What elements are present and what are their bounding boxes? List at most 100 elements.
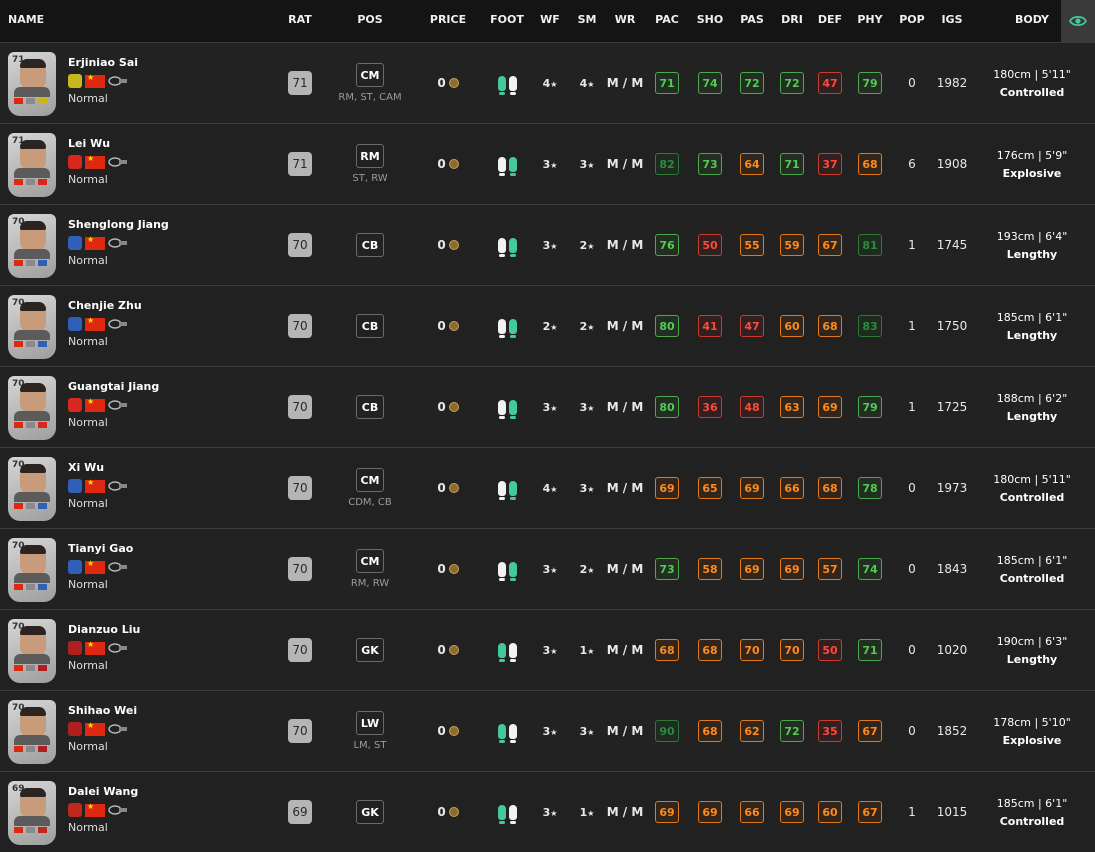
table-row[interactable]: 71 Erjiniao Sai Normal 71 CM RM, ST, CAM bbox=[0, 42, 1095, 123]
table-row[interactable]: 70 Shenglong Jiang Normal 70 CB 0 bbox=[0, 204, 1095, 285]
eye-icon[interactable] bbox=[1061, 0, 1095, 42]
player-name[interactable]: Dianzuo Liu bbox=[68, 623, 140, 636]
alt-positions: RM, ST, CAM bbox=[338, 92, 402, 103]
player-card[interactable]: 71 bbox=[8, 52, 56, 116]
player-shirt bbox=[14, 168, 50, 178]
phy-cell: 67 bbox=[853, 691, 887, 771]
player-card[interactable]: 69 bbox=[8, 781, 56, 845]
player-card[interactable]: 70 bbox=[8, 700, 56, 764]
card-club-icon bbox=[38, 341, 47, 347]
card-flag-icon bbox=[14, 665, 23, 671]
right-foot-icon bbox=[508, 561, 517, 581]
player-name[interactable]: Dalei Wang bbox=[68, 785, 138, 798]
table-row[interactable]: 70 Tianyi Gao Normal 70 CM RM, RW 0 bbox=[0, 528, 1095, 609]
player-name[interactable]: Chenjie Zhu bbox=[68, 299, 142, 312]
col-body[interactable]: BODY bbox=[1010, 0, 1054, 42]
star-icon: ★ bbox=[587, 241, 595, 251]
player-face bbox=[20, 626, 46, 656]
col-pac[interactable]: PAC bbox=[650, 0, 684, 42]
player-name[interactable]: Erjiniao Sai bbox=[68, 56, 138, 69]
table-row[interactable]: 70 Xi Wu Normal 70 CM CDM, CB 0 bbox=[0, 447, 1095, 528]
player-card[interactable]: 71 bbox=[8, 133, 56, 197]
col-dri[interactable]: DRI bbox=[775, 0, 809, 42]
price-value: 0 bbox=[437, 400, 446, 414]
col-foot[interactable]: FOOT bbox=[490, 0, 524, 42]
player-card[interactable]: 70 bbox=[8, 619, 56, 683]
col-def[interactable]: DEF bbox=[813, 0, 847, 42]
player-name[interactable]: Shenglong Jiang bbox=[68, 218, 169, 231]
position-badge: GK bbox=[356, 800, 384, 824]
body-cell: 185cm | 6'1" Controlled bbox=[980, 772, 1084, 852]
player-card[interactable]: 70 bbox=[8, 214, 56, 278]
work-rate: M / M bbox=[606, 157, 644, 171]
right-foot-icon bbox=[508, 480, 517, 500]
player-name[interactable]: Xi Wu bbox=[68, 461, 104, 474]
price-value: 0 bbox=[437, 643, 446, 657]
weak-foot-cell: 2★ bbox=[535, 286, 565, 366]
table-row[interactable]: 70 Guangtai Jiang Normal 70 CB 0 bbox=[0, 366, 1095, 447]
league-logo-icon bbox=[108, 724, 127, 734]
card-league-icon bbox=[26, 827, 35, 833]
price-cell: 0 bbox=[425, 286, 471, 366]
col-rat[interactable]: RAT bbox=[285, 0, 315, 42]
dri-stat: 72 bbox=[780, 720, 804, 742]
skill-moves: 1★ bbox=[580, 806, 595, 819]
table-row[interactable]: 71 Lei Wu Normal 71 RM ST, RW 0 bbox=[0, 123, 1095, 204]
col-pop[interactable]: POP bbox=[896, 0, 928, 42]
col-pos[interactable]: POS bbox=[350, 0, 390, 42]
col-pas[interactable]: PAS bbox=[735, 0, 769, 42]
col-price[interactable]: PRICE bbox=[425, 0, 471, 42]
phy-cell: 78 bbox=[853, 448, 887, 528]
table-row[interactable]: 70 Shihao Wei Normal 70 LW LM, ST 0 bbox=[0, 690, 1095, 771]
league-logo-icon bbox=[108, 238, 127, 248]
work-rate: M / M bbox=[606, 319, 644, 333]
col-sho[interactable]: SHO bbox=[693, 0, 727, 42]
player-name[interactable]: Shihao Wei bbox=[68, 704, 137, 717]
col-sm[interactable]: SM bbox=[572, 0, 602, 42]
igs-cell: 1973 bbox=[930, 448, 974, 528]
player-shirt bbox=[14, 492, 50, 502]
club-badge-icon bbox=[68, 155, 82, 169]
dri-cell: 72 bbox=[775, 43, 809, 123]
pac-stat: 71 bbox=[655, 72, 679, 94]
foot-cell bbox=[490, 205, 524, 285]
player-affiliations bbox=[68, 802, 128, 817]
china-flag-icon bbox=[85, 235, 105, 250]
player-name[interactable]: Lei Wu bbox=[68, 137, 110, 150]
col-wf[interactable]: WF bbox=[535, 0, 565, 42]
col-wr[interactable]: WR bbox=[610, 0, 640, 42]
col-igs[interactable]: IGS bbox=[936, 0, 968, 42]
right-foot-icon bbox=[508, 156, 517, 176]
igs-value: 1020 bbox=[936, 643, 968, 657]
dri-stat: 69 bbox=[780, 558, 804, 580]
star-icon: ★ bbox=[587, 808, 595, 818]
work-rate: M / M bbox=[606, 238, 644, 252]
player-card[interactable]: 70 bbox=[8, 376, 56, 440]
player-name[interactable]: Guangtai Jiang bbox=[68, 380, 159, 393]
player-shirt bbox=[14, 330, 50, 340]
dri-stat: 69 bbox=[780, 801, 804, 823]
pas-cell: 66 bbox=[735, 772, 769, 852]
pac-cell: 71 bbox=[650, 43, 684, 123]
skill-moves: 2★ bbox=[580, 563, 595, 576]
player-affiliations bbox=[68, 397, 128, 412]
player-card[interactable]: 70 bbox=[8, 457, 56, 521]
league-logo-icon bbox=[108, 76, 127, 86]
table-row[interactable]: 69 Dalei Wang Normal 69 GK 0 bbox=[0, 771, 1095, 852]
position-cell: GK bbox=[330, 772, 410, 852]
table-row[interactable]: 70 Dianzuo Liu Normal 70 GK 0 bbox=[0, 609, 1095, 690]
position-badge: LW bbox=[356, 711, 384, 735]
skill-moves-cell: 2★ bbox=[572, 286, 602, 366]
player-face bbox=[20, 545, 46, 575]
player-card[interactable]: 70 bbox=[8, 538, 56, 602]
card-league-icon bbox=[26, 98, 35, 104]
player-name[interactable]: Tianyi Gao bbox=[68, 542, 133, 555]
pac-stat: 80 bbox=[655, 315, 679, 337]
sho-stat: 68 bbox=[698, 639, 722, 661]
player-card[interactable]: 70 bbox=[8, 295, 56, 359]
col-name[interactable]: NAME bbox=[8, 0, 44, 42]
pas-stat: 72 bbox=[740, 72, 764, 94]
col-phy[interactable]: PHY bbox=[853, 0, 887, 42]
dri-stat: 59 bbox=[780, 234, 804, 256]
table-row[interactable]: 70 Chenjie Zhu Normal 70 CB 0 bbox=[0, 285, 1095, 366]
